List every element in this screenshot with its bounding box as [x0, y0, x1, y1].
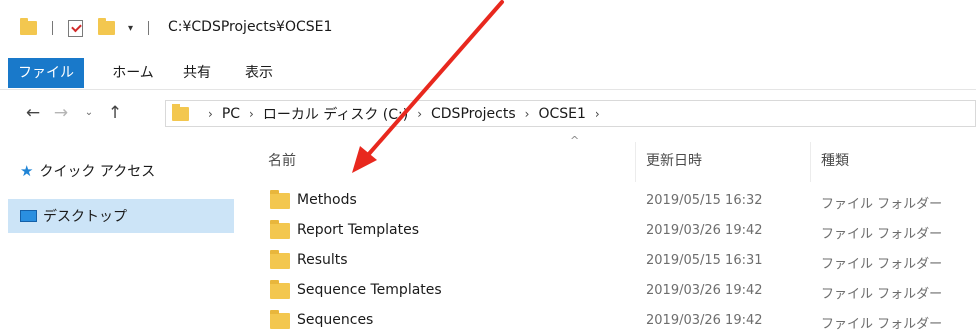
column-header-name[interactable]: 名前	[268, 150, 296, 170]
address-bar[interactable]: › PC › ローカル ディスク (C:) › CDSProjects › OC…	[165, 100, 976, 127]
tab-file[interactable]: ファイル	[8, 58, 84, 88]
folder-icon	[270, 220, 290, 239]
file-name: Sequence Templates	[297, 282, 442, 298]
ribbon-tabs: ファイル ホーム 共有 表示	[0, 58, 976, 90]
file-name: Results	[297, 252, 348, 268]
folder-icon	[172, 103, 189, 121]
chevron-right-icon[interactable]: ›	[595, 107, 600, 121]
folder-icon	[20, 18, 37, 38]
file-list: ^ 名前 更新日時 種類 Methods 2019/05/15 16:32 ファ…	[240, 130, 976, 334]
column-header-type[interactable]: 種類	[821, 150, 849, 170]
tab-view[interactable]: 表示	[238, 58, 280, 88]
file-date: 2019/05/15 16:31	[646, 253, 763, 268]
separator	[52, 18, 53, 38]
file-date: 2019/05/15 16:32	[646, 193, 763, 208]
column-header-date[interactable]: 更新日時	[646, 150, 702, 170]
file-date: 2019/03/26 19:42	[646, 313, 763, 328]
recent-locations-button[interactable]: ⌄	[78, 102, 100, 124]
chevron-down-icon: ▾	[128, 22, 134, 34]
file-type: ファイル フォルダー	[821, 257, 943, 272]
folder-icon	[270, 310, 290, 329]
file-type: ファイル フォルダー	[821, 317, 943, 332]
file-row[interactable]: Results 2019/05/15 16:31 ファイル フォルダー	[240, 246, 976, 276]
file-type: ファイル フォルダー	[821, 287, 943, 302]
file-type: ファイル フォルダー	[821, 197, 943, 212]
folder-icon	[270, 280, 290, 299]
nav-item-desktop[interactable]: デスクトップ	[8, 199, 234, 233]
column-divider[interactable]	[635, 142, 636, 182]
file-date: 2019/03/26 19:42	[646, 223, 763, 238]
file-name: Report Templates	[297, 222, 420, 238]
sort-ascending-icon: ^	[570, 134, 580, 147]
column-divider[interactable]	[810, 142, 811, 182]
new-folder-icon[interactable]	[98, 18, 115, 38]
file-row[interactable]: Report Templates 2019/03/26 19:42 ファイル フ…	[240, 216, 976, 246]
separator	[148, 18, 149, 38]
chevron-right-icon[interactable]: ›	[525, 107, 530, 121]
nav-item-label: デスクトップ	[43, 209, 127, 225]
up-button[interactable]: ↑	[104, 102, 126, 124]
window-title: C:¥CDSProjects¥OCSE1	[168, 19, 333, 35]
breadcrumb-local-disk[interactable]: ローカル ディスク (C:)	[263, 104, 408, 124]
file-row[interactable]: Methods 2019/05/15 16:32 ファイル フォルダー	[240, 186, 976, 216]
forward-button[interactable]: →	[50, 102, 72, 124]
file-name: Methods	[297, 192, 357, 208]
tab-home[interactable]: ホーム	[104, 58, 162, 88]
file-row[interactable]: Sequence Templates 2019/03/26 19:42 ファイル…	[240, 276, 976, 306]
desktop-icon	[20, 210, 37, 222]
chevron-right-icon[interactable]: ›	[249, 107, 254, 121]
nav-item-label: クイック アクセス	[39, 164, 156, 180]
chevron-right-icon[interactable]: ›	[208, 107, 213, 121]
quick-access-dropdown[interactable]: ▾	[128, 18, 133, 38]
navigation-pane: ★ クイック アクセス デスクトップ	[0, 130, 240, 334]
file-name: Sequences	[297, 312, 374, 328]
navigation-bar: ← → ⌄ ↑ › PC › ローカル ディスク (C:) › CDSProje…	[0, 96, 976, 130]
file-date: 2019/03/26 19:42	[646, 283, 763, 298]
chevron-right-icon[interactable]: ›	[417, 107, 422, 121]
breadcrumb-pc[interactable]: PC	[222, 106, 240, 122]
properties-check-icon[interactable]	[68, 18, 83, 38]
back-button[interactable]: ←	[22, 102, 44, 124]
breadcrumb-cdsprojects[interactable]: CDSProjects	[431, 106, 516, 122]
nav-item-quick-access[interactable]: ★ クイック アクセス	[8, 154, 234, 188]
breadcrumb-ocse1[interactable]: OCSE1	[538, 106, 585, 122]
file-row[interactable]: Sequences 2019/03/26 19:42 ファイル フォルダー	[240, 306, 976, 334]
file-type: ファイル フォルダー	[821, 227, 943, 242]
folder-icon	[270, 250, 290, 269]
star-icon: ★	[20, 162, 34, 180]
title-bar: ▾ C:¥CDSProjects¥OCSE1	[0, 0, 976, 58]
folder-icon	[270, 190, 290, 209]
tab-share[interactable]: 共有	[176, 58, 218, 88]
